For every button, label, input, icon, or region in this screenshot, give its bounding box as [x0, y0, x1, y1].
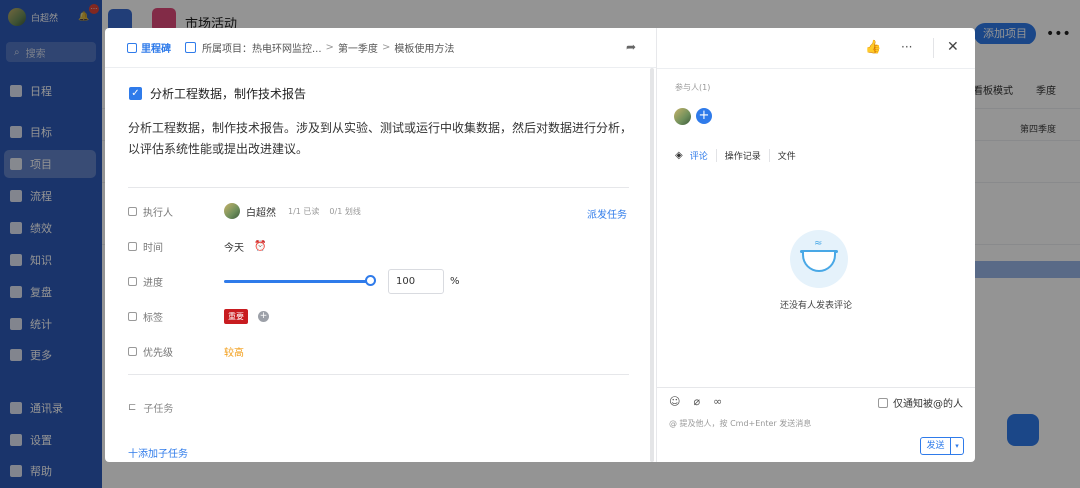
task-title[interactable]: 分析工程数据，制作技术报告: [150, 85, 306, 102]
tab-comments[interactable]: ◈ 评论: [675, 149, 716, 162]
priority-label: 优先级: [143, 348, 173, 359]
tab-files[interactable]: 文件: [768, 149, 804, 162]
priority-label-wrap: 优先级: [128, 344, 224, 359]
emoji-icon[interactable]: ☺: [669, 395, 680, 408]
more-icon[interactable]: ···: [901, 40, 912, 54]
executor-name[interactable]: 白超然: [246, 204, 276, 219]
attachment-icon[interactable]: ⌀: [693, 395, 700, 408]
task-description[interactable]: 分析工程数据，制作技术报告。涉及到从实验、测试或运行中收集数据，然后对数据进行分…: [128, 118, 633, 160]
milestone-icon: [127, 42, 137, 53]
divider: [128, 187, 629, 188]
activity-pane: 👍 ··· ✕ 参与人(1) + ◈ 评论 操作记录 文件 ≈ 还没有人发表评论 …: [657, 28, 975, 462]
slider-handle[interactable]: [365, 275, 376, 286]
bookmark-icon: [128, 312, 137, 321]
divider: [933, 38, 934, 58]
task-detail-modal: 里程碑 所属项目：热电环网监控... > 第一季度 > 模板使用方法 ➦ ✓ 分…: [105, 28, 975, 462]
progress-icon: [128, 277, 137, 286]
layers-icon: ◈: [675, 150, 683, 161]
cup-body: [802, 252, 836, 272]
progress-label-wrap: 进度: [128, 274, 224, 289]
divider: [128, 374, 629, 375]
tab-label: 评论: [689, 152, 708, 162]
chevron-down-icon[interactable]: ▾: [951, 437, 964, 455]
add-participant-button[interactable]: +: [696, 108, 712, 124]
notify-checkbox[interactable]: [878, 397, 888, 408]
breadcrumb-project[interactable]: 所属项目：热电环网监控...: [202, 40, 322, 55]
milestone-tag[interactable]: 里程碑: [127, 40, 171, 55]
breadcrumb-separator: >: [381, 42, 391, 53]
time-label-wrap: 时间: [128, 239, 224, 254]
divider: [657, 68, 975, 69]
subtask-section: ⊏ 子任务: [128, 400, 173, 415]
dispatch-task-button[interactable]: 派发任务: [587, 206, 627, 221]
empty-comments-text: 还没有人发表评论: [779, 301, 852, 311]
time-label: 时间: [143, 243, 163, 254]
time-field: 时间 今天 ⏰: [128, 239, 266, 254]
steam-icon: ≈: [814, 238, 823, 249]
send-control: 发送 ▾: [920, 437, 964, 455]
lightbulb-icon: [128, 347, 137, 356]
close-icon[interactable]: ✕: [947, 39, 959, 55]
tag-field: 标签 重要 +: [128, 309, 269, 324]
time-value[interactable]: 今天: [224, 239, 244, 254]
breadcrumb-current[interactable]: 模板使用方法: [394, 40, 454, 55]
executor-label-wrap: 执行人: [128, 204, 224, 219]
read-status: 1/1 已读: [288, 206, 320, 216]
task-title-row: ✓ 分析工程数据，制作技术报告: [129, 85, 306, 102]
progress-input[interactable]: 100: [388, 269, 444, 294]
notify-label: 仅通知被@的人: [893, 399, 963, 410]
tag-badge[interactable]: 重要: [224, 309, 248, 324]
breadcrumb: 里程碑 所属项目：热电环网监控... > 第一季度 > 模板使用方法: [105, 28, 656, 68]
executor-label: 执行人: [143, 207, 173, 219]
executor-field: 执行人 白超然 1/1 已读 0/1 划线: [128, 203, 371, 219]
comment-toolbar: ☺ ⌀ ∞: [669, 395, 722, 408]
tag-label: 标签: [143, 313, 163, 324]
milestone-label: 里程碑: [141, 44, 171, 55]
progress-label: 进度: [143, 278, 163, 289]
person-icon: [128, 206, 137, 216]
subtask-icon: ⊏: [128, 402, 137, 413]
priority-field: 优先级 较高: [128, 344, 244, 359]
subtask-label: 子任务: [143, 404, 174, 415]
send-button[interactable]: 发送: [920, 437, 951, 455]
add-subtask-button[interactable]: 十添加子任务: [128, 445, 188, 460]
thumbs-up-icon[interactable]: 👍: [865, 40, 881, 55]
priority-value[interactable]: 较高: [224, 344, 244, 359]
task-detail-pane: 里程碑 所属项目：热电环网监控... > 第一季度 > 模板使用方法 ➦ ✓ 分…: [105, 28, 656, 462]
breadcrumb-separator: >: [325, 42, 334, 53]
add-tag-icon[interactable]: +: [258, 311, 269, 322]
tag-label-wrap: 标签: [128, 309, 224, 324]
empty-cup-icon: ≈: [790, 230, 848, 288]
share-icon[interactable]: ➦: [626, 40, 636, 54]
progress-slider[interactable]: [224, 275, 376, 286]
activity-tabs: ◈ 评论 操作记录 文件: [675, 149, 804, 162]
divider: [657, 387, 975, 388]
participant-avatar[interactable]: [674, 108, 691, 125]
comment-input[interactable]: @ 提及他人，按 Cmd+Enter 发送消息: [669, 418, 811, 429]
progress-field: 进度 100 %: [128, 269, 460, 294]
calendar-icon: [128, 242, 137, 251]
percent-unit: %: [450, 276, 460, 287]
breadcrumb-phase[interactable]: 第一季度: [338, 40, 378, 55]
scrollbar[interactable]: [650, 68, 654, 462]
tab-operation-log[interactable]: 操作记录: [715, 149, 769, 162]
strike-status: 0/1 划线: [329, 206, 361, 216]
executor-avatar[interactable]: [224, 203, 240, 219]
link-icon[interactable]: ∞: [713, 395, 722, 408]
alarm-clock-icon[interactable]: ⏰: [254, 241, 266, 252]
participants-label: 参与人(1): [675, 83, 711, 92]
board-icon: [185, 42, 196, 53]
notify-mentioned-only[interactable]: 仅通知被@的人: [878, 395, 963, 410]
task-checkbox[interactable]: ✓: [129, 87, 142, 100]
